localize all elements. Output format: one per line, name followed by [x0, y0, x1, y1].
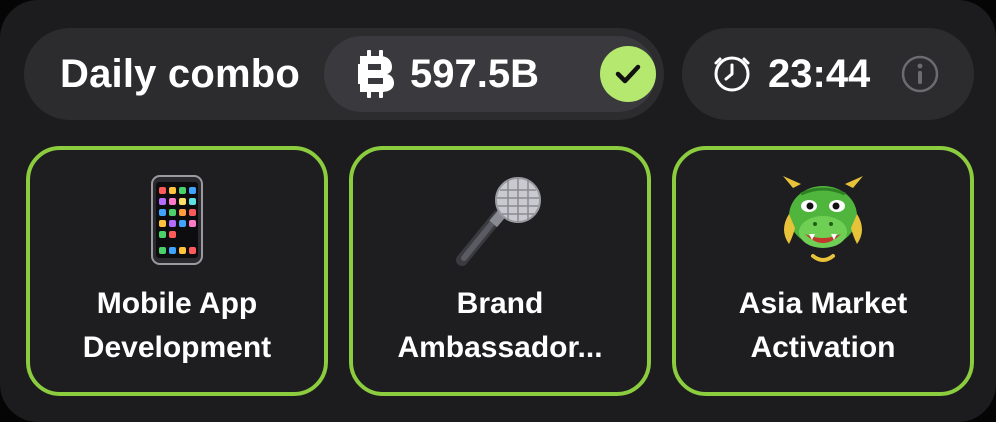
- coin-icon: [358, 50, 394, 98]
- daily-combo-bar: Daily combo 597.5B: [24, 28, 664, 120]
- card-label: Asia Market Activation: [686, 282, 960, 370]
- mobile-phone-icon: [151, 175, 203, 265]
- card-label: Brand Ambassador...: [363, 282, 637, 370]
- combo-card-brand-ambassador[interactable]: Brand Ambassador...: [349, 146, 651, 396]
- timer-value: 23:44: [768, 52, 871, 96]
- card-label-line: Ambassador...: [397, 331, 603, 364]
- reward-amount: 597.5B: [410, 52, 539, 96]
- daily-combo-panel: Daily combo 597.5B 23:44 Mobile App Deve…: [0, 0, 996, 422]
- card-label-line: Development: [82, 331, 272, 364]
- daily-combo-title: Daily combo: [60, 52, 301, 96]
- card-label-line: Asia Market: [738, 287, 908, 320]
- combo-reward-badge: 597.5B: [324, 36, 656, 112]
- info-icon[interactable]: [900, 54, 940, 94]
- card-label-line: Brand: [456, 287, 544, 320]
- clock-icon: [714, 56, 750, 92]
- microphone-icon: [456, 177, 541, 266]
- card-label-line: Activation: [750, 331, 896, 364]
- check-icon: [615, 64, 641, 84]
- combo-card-mobile-app[interactable]: Mobile App Development: [26, 146, 328, 396]
- card-label-line: Mobile App: [96, 287, 258, 320]
- claimed-check-badge: [600, 46, 656, 102]
- countdown-timer: 23:44: [682, 28, 974, 120]
- combo-card-asia-market[interactable]: Asia Market Activation: [672, 146, 974, 396]
- card-label: Mobile App Development: [40, 282, 314, 370]
- dragon-icon: [783, 176, 863, 262]
